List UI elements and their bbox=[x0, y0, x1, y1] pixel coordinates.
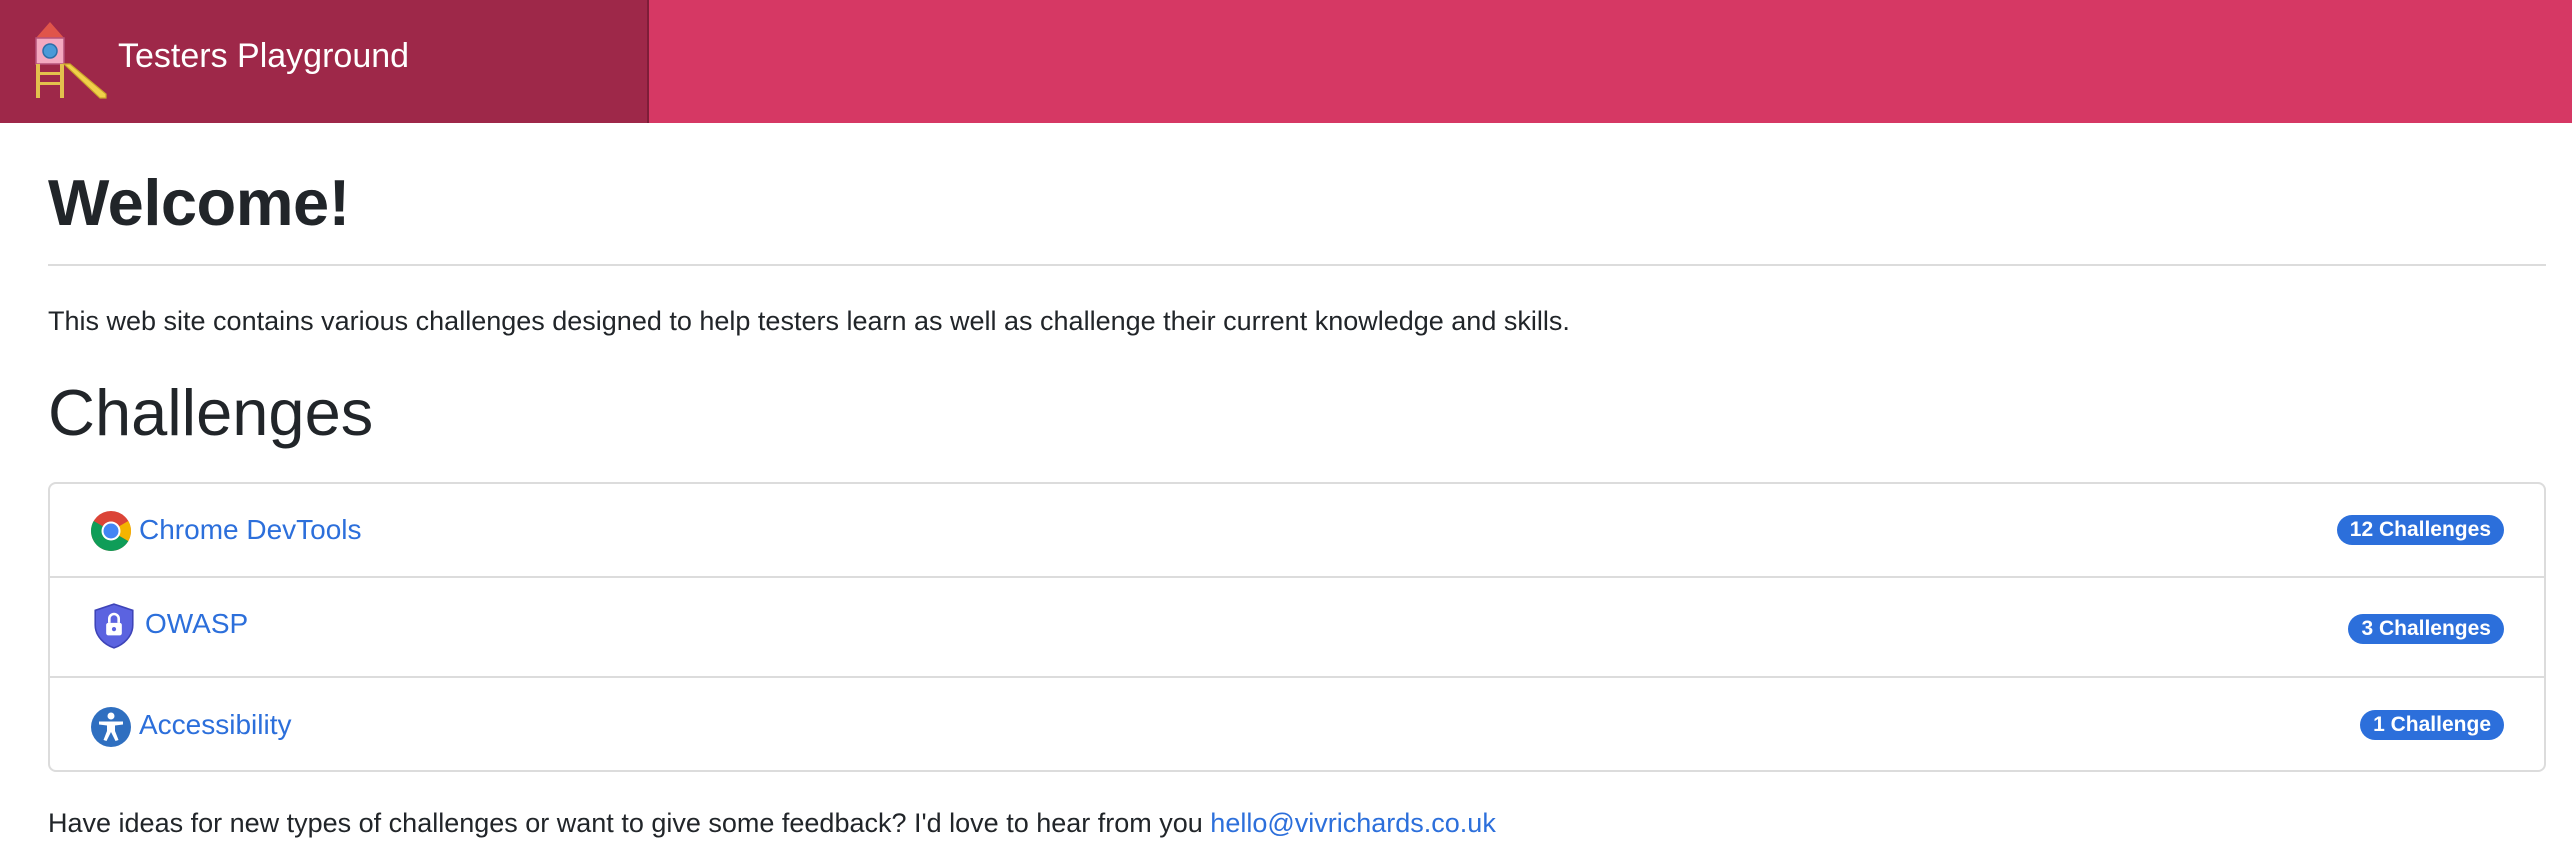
divider bbox=[48, 264, 2546, 266]
challenge-link-chrome-devtools[interactable]: Chrome DevTools bbox=[139, 512, 362, 548]
list-item: OWASP 3 Challenges bbox=[50, 578, 2544, 678]
list-item: Chrome DevTools 12 Challenges bbox=[50, 484, 2544, 578]
feedback-email-link[interactable]: hello@vivrichards.co.uk bbox=[1210, 808, 1496, 838]
challenge-link-accessibility[interactable]: Accessibility bbox=[139, 707, 291, 743]
challenge-count-badge: 1 Challenge bbox=[2360, 710, 2504, 740]
accessibility-icon bbox=[91, 707, 131, 747]
challenge-count-badge: 12 Challenges bbox=[2336, 515, 2504, 545]
chrome-icon bbox=[91, 511, 131, 551]
brand-title[interactable]: Testers Playground bbox=[118, 34, 409, 78]
list-item: Accessibility 1 Challenge bbox=[50, 678, 2544, 770]
feedback-message: Have ideas for new types of challenges o… bbox=[48, 808, 1211, 838]
feedback-text: Have ideas for new types of challenges o… bbox=[48, 803, 1496, 843]
challenges-heading: Challenges bbox=[48, 376, 374, 449]
page-title: Welcome! bbox=[48, 166, 350, 239]
brand-home-link[interactable]: Testers Playground bbox=[0, 0, 649, 123]
challenge-count-badge: 3 Challenges bbox=[2348, 614, 2504, 644]
challenges-list: Chrome DevTools 12 Challenges OWASP 3 Ch… bbox=[48, 482, 2546, 772]
top-navbar: Testers Playground bbox=[0, 0, 2572, 123]
intro-text: This web site contains various challenge… bbox=[48, 306, 1570, 336]
challenge-link-owasp[interactable]: OWASP bbox=[145, 606, 248, 642]
shield-lock-icon bbox=[94, 603, 134, 649]
playground-slide-icon bbox=[35, 22, 107, 99]
